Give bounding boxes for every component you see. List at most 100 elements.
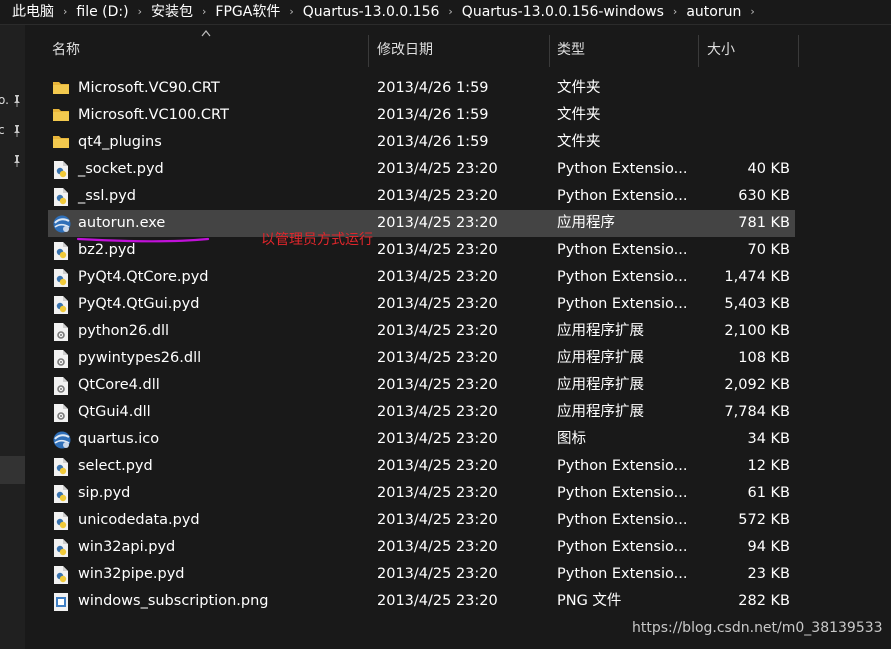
file-row[interactable]: sip.pyd 2013/4/25 23:20 Python Extensio...… <box>25 480 891 507</box>
python-file-icon <box>52 484 72 504</box>
file-name: win32api.pyd <box>78 539 176 555</box>
file-size <box>665 75 790 102</box>
file-size: 630 KB <box>738 188 790 204</box>
quartus-ico-icon <box>52 430 72 450</box>
nav-item-selected[interactable] <box>0 456 25 484</box>
file-row[interactable]: select.pyd 2013/4/25 23:20 Python Extensio… <box>25 453 891 480</box>
file-type: 应用程序扩展 <box>557 323 644 339</box>
file-name: Microsoft.VC100.CRT <box>78 107 229 123</box>
python-file-icon <box>52 295 72 315</box>
watermark: https://blog.csdn.net/m0_38139533 <box>632 620 883 636</box>
file-row[interactable]: Microsoft.VC90.CRT 2013/4/26 1:59 文件夹 <box>25 75 891 102</box>
chevron-right-icon[interactable]: › <box>280 0 302 24</box>
file-type: 图标 <box>557 431 586 447</box>
file-row[interactable]: PyQt4.QtCore.pyd 2013/4/25 23:20 Python Ex… <box>25 264 891 291</box>
column-header-date[interactable]: 修改日期 <box>377 36 433 64</box>
dll-file-icon <box>52 403 72 423</box>
column-divider[interactable] <box>798 35 799 67</box>
breadcrumb-item[interactable]: Quartus-13.0.0.156-windows <box>462 0 664 24</box>
column-divider[interactable] <box>549 35 550 67</box>
file-row[interactable]: unicodedata.pyd 2013/4/25 23:20 Python Ext… <box>25 507 891 534</box>
file-date: 2013/4/25 23:20 <box>377 485 498 501</box>
file-size: 7,784 KB <box>724 404 790 420</box>
file-size: 94 KB <box>747 539 790 555</box>
sort-ascending-icon <box>201 30 211 37</box>
file-row[interactable]: python26.dll 2013/4/25 23:20 应用程序扩展 2,100 K… <box>25 318 891 345</box>
file-date: 2013/4/25 23:20 <box>377 512 498 528</box>
file-list: Microsoft.VC90.CRT 2013/4/26 1:59 文件夹 Micro… <box>25 75 891 615</box>
python-file-icon <box>52 268 72 288</box>
nav-item-pinned-2[interactable]: c <box>0 123 25 139</box>
file-size: 2,092 KB <box>724 377 790 393</box>
column-header-row: 名称 修改日期 类型 大小 <box>25 25 891 67</box>
python-file-icon <box>52 160 72 180</box>
file-date: 2013/4/26 1:59 <box>377 134 489 150</box>
file-date: 2013/4/25 23:20 <box>377 458 498 474</box>
column-header-type[interactable]: 类型 <box>557 36 585 64</box>
png-file-icon <box>52 592 72 612</box>
folder-icon <box>52 106 72 126</box>
python-file-icon <box>52 511 72 531</box>
file-size: 108 KB <box>738 350 790 366</box>
file-type: PNG 文件 <box>557 593 622 609</box>
file-date: 2013/4/25 23:20 <box>377 566 498 582</box>
python-file-icon <box>52 241 72 261</box>
file-row[interactable]: windows_subscription.png 2013/4/25 23:20 P… <box>25 588 891 615</box>
file-name: win32pipe.pyd <box>78 566 185 582</box>
chevron-right-icon[interactable]: › <box>439 0 461 24</box>
breadcrumb: 此电脑 › file (D:) › 安装包 › FPGA软件 › Quartus-13.0.0.… <box>0 0 891 25</box>
file-name: _ssl.pyd <box>78 188 136 204</box>
chevron-right-icon[interactable]: › <box>54 0 76 24</box>
chevron-right-icon[interactable]: › <box>664 0 686 24</box>
chevron-right-icon[interactable]: › <box>193 0 215 24</box>
column-divider[interactable] <box>368 35 369 67</box>
python-file-icon <box>52 538 72 558</box>
breadcrumb-item[interactable]: autorun <box>686 0 741 24</box>
file-date: 2013/4/26 1:59 <box>377 107 489 123</box>
file-type: 文件夹 <box>557 107 601 123</box>
annotation-text: 以管理员方式运行 <box>261 232 373 248</box>
file-row[interactable]: _socket.pyd 2013/4/25 23:20 Python Extensi… <box>25 156 891 183</box>
chevron-right-icon[interactable]: › <box>741 0 763 24</box>
file-name: QtCore4.dll <box>78 377 160 393</box>
file-row[interactable]: win32pipe.pyd 2013/4/25 23:20 Python Exten… <box>25 561 891 588</box>
file-date: 2013/4/25 23:20 <box>377 161 498 177</box>
breadcrumb-item[interactable]: 安装包 <box>151 0 193 24</box>
file-type: 应用程序扩展 <box>557 350 644 366</box>
column-divider[interactable] <box>698 35 699 67</box>
breadcrumb-item[interactable]: Quartus-13.0.0.156 <box>303 0 440 24</box>
file-row[interactable]: Microsoft.VC100.CRT 2013/4/26 1:59 文件夹 <box>25 102 891 129</box>
file-type: 应用程序扩展 <box>557 377 644 393</box>
breadcrumb-item[interactable]: 此电脑 <box>0 0 54 24</box>
file-row[interactable]: QtGui4.dll 2013/4/25 23:20 应用程序扩展 7,784 KB <box>25 399 891 426</box>
annotation-underline <box>76 237 210 243</box>
file-row[interactable]: pywintypes26.dll 2013/4/25 23:20 应用程序扩展 108… <box>25 345 891 372</box>
file-row[interactable]: QtCore4.dll 2013/4/25 23:20 应用程序扩展 2,092 KB <box>25 372 891 399</box>
chevron-right-icon[interactable]: › <box>129 0 151 24</box>
file-date: 2013/4/25 23:20 <box>377 242 498 258</box>
file-size: 5,403 KB <box>724 296 790 312</box>
file-name: windows_subscription.png <box>78 593 269 609</box>
file-row[interactable]: win32api.pyd 2013/4/25 23:20 Python Extens… <box>25 534 891 561</box>
dll-file-icon <box>52 376 72 396</box>
file-size: 40 KB <box>747 161 790 177</box>
column-header-name[interactable]: 名称 <box>52 36 80 64</box>
file-name: qt4_plugins <box>78 134 162 150</box>
nav-item-pinned-3[interactable] <box>0 153 25 169</box>
file-name: PyQt4.QtCore.pyd <box>78 269 209 285</box>
file-row[interactable]: _ssl.pyd 2013/4/25 23:20 Python Extensio..… <box>25 183 891 210</box>
folder-icon <box>52 133 72 153</box>
breadcrumb-item[interactable]: FPGA软件 <box>215 0 280 24</box>
file-type: 文件夹 <box>557 134 601 150</box>
file-row[interactable]: quartus.ico 2013/4/25 23:20 图标 34 KB <box>25 426 891 453</box>
file-row[interactable]: qt4_plugins 2013/4/26 1:59 文件夹 <box>25 129 891 156</box>
file-size: 572 KB <box>738 512 790 528</box>
file-date: 2013/4/25 23:20 <box>377 431 498 447</box>
nav-item-pinned-1[interactable]: o. <box>0 93 25 109</box>
column-header-size[interactable]: 大小 <box>707 36 735 64</box>
file-type: 文件夹 <box>557 80 601 96</box>
file-date: 2013/4/25 23:20 <box>377 350 498 366</box>
breadcrumb-item[interactable]: file (D:) <box>76 0 128 24</box>
file-size: 2,100 KB <box>724 323 790 339</box>
file-row[interactable]: PyQt4.QtGui.pyd 2013/4/25 23:20 Python Ext… <box>25 291 891 318</box>
